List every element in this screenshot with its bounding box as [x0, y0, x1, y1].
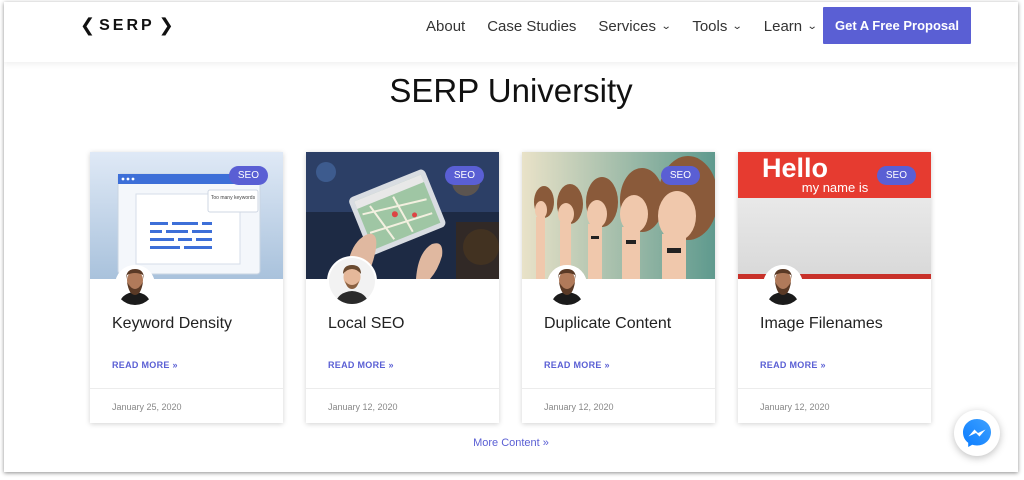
author-avatar-image	[329, 258, 375, 304]
author-avatar[interactable]	[115, 265, 155, 305]
more-content-link[interactable]: More Content »	[4, 437, 1018, 449]
read-more-link[interactable]: READ MORE »	[112, 360, 178, 370]
chevron-down-icon: ⌄	[806, 20, 818, 32]
card-title[interactable]: Image Filenames	[760, 315, 883, 333]
card-divider	[90, 388, 283, 389]
nav-tools[interactable]: Tools ⌄	[692, 16, 744, 36]
hello-text: Hello	[762, 153, 828, 183]
author-avatar-image	[115, 265, 155, 305]
author-avatar[interactable]	[763, 265, 803, 305]
card-date: January 12, 2020	[544, 402, 614, 412]
article-card-keyword-density[interactable]: Too many keywords SEO Keyword Density RE…	[90, 152, 283, 423]
chevron-down-icon: ⌄	[732, 20, 744, 32]
main-nav: About Case Studies Services ⌄ Tools ⌄ Le…	[426, 16, 839, 36]
category-badge[interactable]: SEO	[876, 166, 916, 185]
card-divider	[306, 388, 499, 389]
category-badge[interactable]: SEO	[228, 166, 268, 185]
logo-right-bracket: ❯	[158, 15, 174, 36]
nav-services-label: Services	[598, 17, 656, 35]
nav-tools-label: Tools	[692, 17, 728, 35]
article-card-local-seo[interactable]: SEO Local SEO READ MORE » January 12, 20…	[306, 152, 499, 423]
article-card-image-filenames[interactable]: Hello my name is SEO Image Filenames REA…	[738, 152, 931, 423]
image-caption: Too many keywords	[211, 195, 256, 201]
logo-text: SERP	[99, 17, 155, 34]
nav-about-label: About	[426, 17, 466, 35]
author-avatar[interactable]	[547, 265, 587, 305]
nav-case-studies[interactable]: Case Studies	[487, 16, 576, 36]
my-name-is-text: my name is	[802, 180, 869, 195]
read-more-link[interactable]: READ MORE »	[760, 360, 826, 370]
category-badge[interactable]: SEO	[660, 166, 700, 185]
card-title[interactable]: Keyword Density	[112, 315, 232, 333]
page-frame: ❮ SERP ❯ About Case Studies Services ⌄ T…	[4, 2, 1018, 472]
card-date: January 25, 2020	[112, 402, 182, 412]
messenger-icon	[963, 419, 991, 447]
messenger-chat-button[interactable]	[954, 410, 1000, 456]
nav-learn[interactable]: Learn ⌄	[763, 16, 818, 36]
author-avatar[interactable]	[329, 258, 375, 304]
read-more-link[interactable]: READ MORE »	[544, 360, 610, 370]
author-avatar-image	[547, 265, 587, 305]
logo-left-bracket: ❮	[80, 15, 96, 36]
chevron-down-icon: ⌄	[660, 20, 672, 32]
author-avatar-image	[763, 265, 803, 305]
read-more-link[interactable]: READ MORE »	[328, 360, 394, 370]
nav-learn-label: Learn	[763, 17, 803, 35]
card-divider	[522, 388, 715, 389]
category-badge[interactable]: SEO	[444, 166, 484, 185]
site-header: ❮ SERP ❯ About Case Studies Services ⌄ T…	[4, 2, 1018, 62]
card-date: January 12, 2020	[760, 402, 830, 412]
free-proposal-button[interactable]: Get A Free Proposal	[823, 7, 971, 44]
card-divider	[738, 388, 931, 389]
card-title[interactable]: Duplicate Content	[544, 315, 671, 333]
serp-logo[interactable]: ❮ SERP ❯	[80, 15, 174, 37]
article-card-duplicate-content[interactable]: SEO Duplicate Content READ MORE » Januar…	[522, 152, 715, 423]
nav-case-studies-label: Case Studies	[487, 17, 577, 35]
card-title[interactable]: Local SEO	[328, 315, 404, 333]
page-title: SERP University	[389, 72, 633, 109]
nav-services[interactable]: Services ⌄	[598, 16, 672, 36]
nav-about[interactable]: About	[426, 16, 465, 36]
card-date: January 12, 2020	[328, 402, 398, 412]
